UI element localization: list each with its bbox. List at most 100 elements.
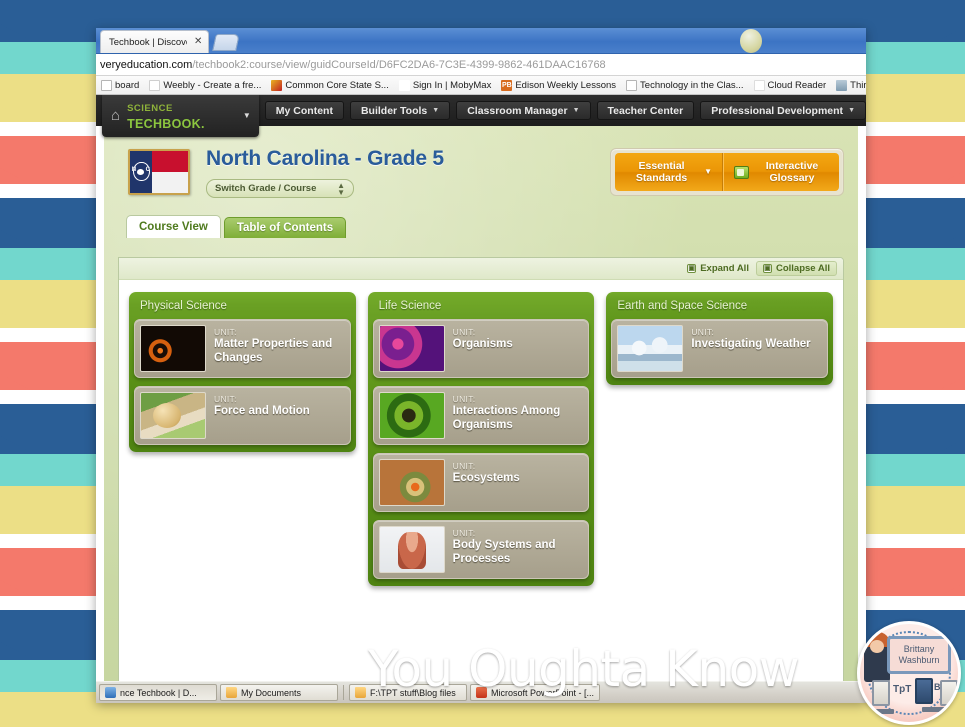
bookmark-item[interactable]: ➤ Sign In | MobyMax: [394, 79, 497, 91]
expand-all-button[interactable]: ▣ Expand All: [681, 261, 755, 276]
bookmark-label: Thirty-two More Ways...: [850, 79, 866, 91]
butterfly-photo: [378, 392, 445, 439]
interactive-glossary-label: Interactive Glossary: [765, 159, 819, 184]
brittany-washburn-logo: Brittany Washburn TpT Blog: [857, 621, 961, 725]
stepper-icon[interactable]: ▲ ▼: [337, 181, 345, 196]
tab-label: Table of Contents: [236, 222, 334, 234]
bookmark-label: Common Core State S...: [285, 79, 389, 91]
chevron-down-icon[interactable]: ▼: [243, 111, 251, 120]
computer-icon: [915, 678, 933, 704]
view-tabs: Course View Table of Contents: [126, 214, 858, 238]
unit-card[interactable]: UNIT: Body Systems and Processes: [372, 520, 590, 579]
home-icon[interactable]: ⌂: [111, 108, 120, 123]
collapse-all-button[interactable]: ▣ Collapse All: [755, 261, 837, 276]
bookmark-item[interactable]: Thirty-two More Ways...: [831, 79, 866, 91]
unit-card[interactable]: UNIT: Organisms: [372, 319, 590, 378]
flag-letter-c: C: [145, 166, 150, 173]
tab-course-view[interactable]: Course View: [126, 215, 221, 238]
bookmark-item[interactable]: PB Edison Weekly Lessons: [496, 79, 621, 91]
unit-card[interactable]: UNIT: Matter Properties and Changes: [134, 319, 351, 378]
essential-standards-button[interactable]: Essential Standards ▼: [615, 153, 723, 191]
expand-icon: ▣: [687, 264, 697, 273]
nav-item-professional-development[interactable]: Professional Development ▼: [700, 101, 866, 120]
brand-line-2: TECHBOOK.: [127, 116, 205, 131]
unit-card[interactable]: UNIT: Investigating Weather: [611, 319, 829, 378]
powerpoint-icon: [476, 687, 487, 698]
unit-text: UNIT: Body Systems and Processes: [453, 526, 584, 567]
unit-card[interactable]: UNIT: Ecosystems: [372, 453, 590, 512]
unit-name: Ecosystems: [452, 472, 520, 484]
keyboard-icon: [922, 707, 952, 712]
unit-label: UNIT:: [452, 528, 476, 538]
interactive-glossary-button[interactable]: Interactive Glossary: [723, 153, 839, 191]
mobymax-icon: ➤: [398, 79, 410, 91]
column-title: Life Science: [378, 300, 442, 312]
bookmark-label: Sign In | MobyMax: [412, 79, 492, 91]
unit-card[interactable]: UNIT: Interactions Among Organisms: [372, 386, 590, 445]
bookmark-item[interactable]: W Weebly - Create a fre...: [144, 79, 266, 91]
address-bar[interactable]: veryeducation.com/techbook2:course/view/…: [96, 54, 866, 76]
weebly-icon: W: [149, 79, 161, 91]
close-icon[interactable]: ✕: [194, 37, 202, 47]
windows-taskbar: nce Techbook | D... My Documents F:\TPT st…: [96, 681, 866, 703]
unit-name: Matter Properties and Changes: [214, 338, 333, 364]
browser-icon: [105, 687, 116, 698]
new-tab-button[interactable]: [212, 34, 240, 51]
taskbar-item[interactable]: F:\TPT stuff\Blog files: [349, 684, 467, 701]
taskbar-item-label: Microsoft PowerPoint - [...: [491, 687, 595, 698]
bookmark-item[interactable]: board: [96, 79, 144, 91]
unit-name: Organisms: [452, 338, 513, 350]
essential-standards-label: Essential Standards: [635, 159, 688, 184]
nav-item-teacher-center[interactable]: Teacher Center: [596, 101, 695, 120]
chevron-down-icon[interactable]: ▼: [432, 107, 439, 114]
bookmarks-bar: board W Weebly - Create a fre... Common Cor…: [96, 76, 866, 95]
site-content: ⌂ SCIENCE TECHBOOK. ▼ My Content Builder …: [96, 95, 866, 703]
switch-grade-course-select[interactable]: Switch Grade / Course ▲ ▼: [206, 179, 354, 198]
muscular-system-photo: [378, 526, 445, 573]
brand-logo[interactable]: ⌂ SCIENCE TECHBOOK. ▼: [102, 95, 259, 137]
unit-label: UNIT:: [691, 327, 715, 337]
expand-all-label: Expand All: [700, 263, 749, 274]
pipes-photo: [140, 325, 206, 372]
taskbar-item[interactable]: My Documents: [220, 684, 338, 701]
nav-item-label: Professional Development: [711, 104, 844, 117]
flag-letter-n: N: [131, 166, 137, 173]
nav-item-my-content[interactable]: My Content: [264, 101, 344, 120]
bookmark-item[interactable]: Technology in the Clas...: [621, 79, 749, 91]
site-top-navigation: ⌂ SCIENCE TECHBOOK. ▼ My Content Builder …: [96, 95, 866, 137]
collapse-icon: ▣: [762, 264, 772, 273]
nav-item-classroom-manager[interactable]: Classroom Manager ▼: [456, 101, 591, 120]
browser-tab-title: Techbook | Discover: [109, 36, 187, 48]
nav-item-label: Builder Tools: [360, 104, 428, 117]
bookmark-item[interactable]: K Cloud Reader: [749, 79, 832, 91]
unit-label: UNIT:: [214, 327, 237, 337]
badge-name-line-1: Brittany: [903, 643, 935, 654]
bookmark-label: Weebly - Create a fre...: [163, 79, 262, 91]
browser-tab[interactable]: Techbook | Discover ✕: [100, 30, 210, 53]
browser-window: Techbook | Discover ✕ veryeducation.com /…: [96, 28, 866, 703]
url-path: /techbook2:course/view/guidCourseId/D6FC…: [192, 58, 606, 71]
taskbar-divider: [343, 685, 344, 700]
chevron-down-icon[interactable]: ▼: [704, 167, 712, 176]
chevron-down-icon[interactable]: ▼: [848, 107, 855, 114]
document-icon: [626, 79, 638, 91]
nav-item-builder-tools[interactable]: Builder Tools ▼: [349, 101, 451, 120]
taskbar-item-label: F:\TPT stuff\Blog files: [370, 687, 456, 698]
taskbar-item[interactable]: Microsoft PowerPoint - [...: [470, 684, 601, 701]
unit-card[interactable]: UNIT: Force and Motion: [134, 386, 351, 445]
science-columns: Physical Science UNIT: Matter Properties a…: [119, 280, 843, 598]
folder-icon: [226, 687, 237, 698]
taskbar-item[interactable]: nce Techbook | D...: [99, 684, 217, 701]
chevron-down-icon[interactable]: ▼: [573, 107, 580, 114]
baseball-photo: [140, 392, 206, 439]
unit-name: Body Systems and Processes: [452, 539, 556, 565]
unit-label: UNIT:: [452, 327, 476, 337]
brand-line-1: SCIENCE: [127, 102, 173, 114]
computer-icon: [940, 680, 958, 706]
coral-reef-photo: [378, 459, 445, 506]
column-physical-science: Physical Science UNIT: Matter Properties a…: [129, 292, 356, 452]
unit-name: Investigating Weather: [691, 338, 811, 350]
unit-text: UNIT: Organisms: [453, 325, 513, 352]
tab-table-of-contents[interactable]: Table of Contents: [223, 217, 347, 238]
bookmark-item[interactable]: Common Core State S...: [266, 79, 393, 91]
